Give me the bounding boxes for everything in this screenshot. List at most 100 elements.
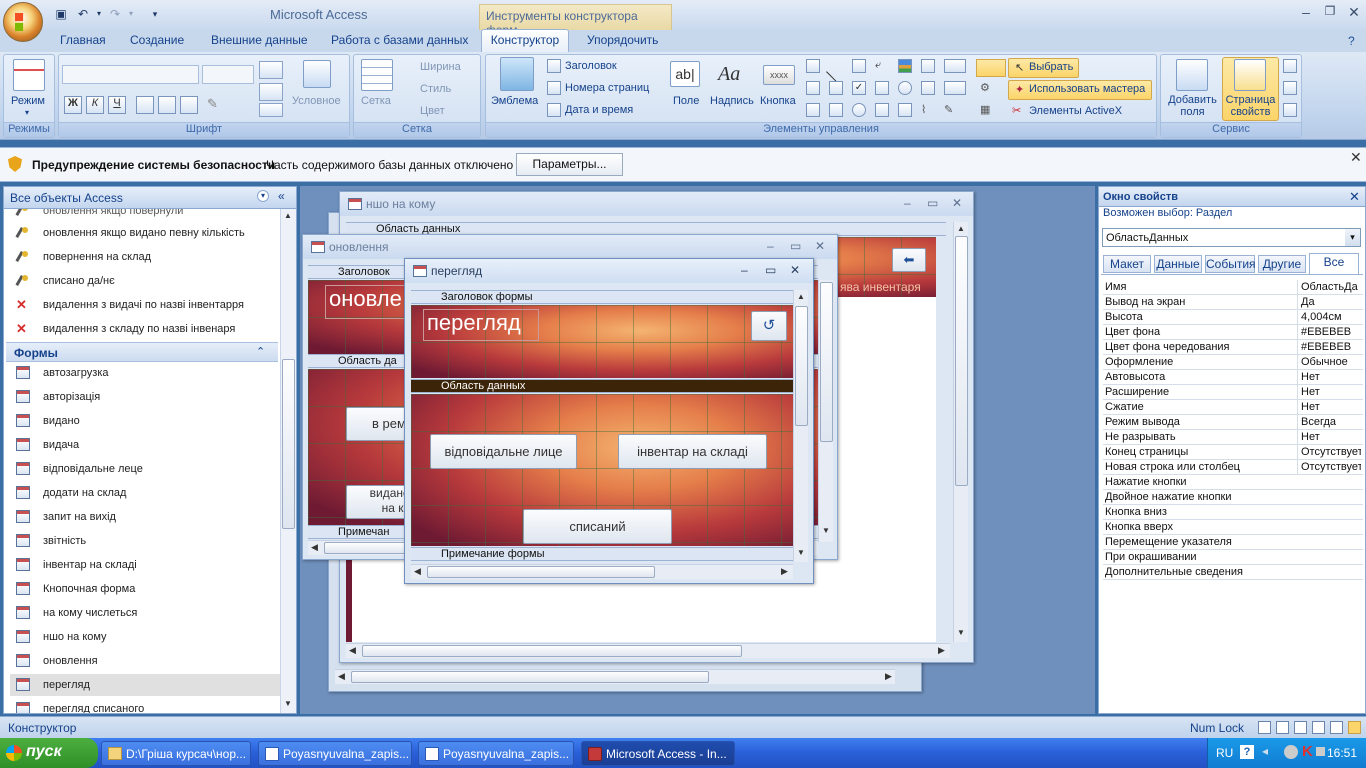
scroll-down-icon[interactable]: ▼ [797,548,805,557]
object-selector[interactable]: ОбластьДанных ▾ [1102,228,1361,247]
toggle-button-icon[interactable] [829,81,843,95]
tab-all[interactable]: Все [1309,253,1359,274]
rectangle-icon[interactable] [852,59,866,73]
tab-database-tools[interactable]: Работа с базами данных [331,33,468,51]
scroll-up-icon[interactable]: ▲ [957,224,965,233]
horizontal-scrollbar[interactable]: ◀ ▶ [346,643,950,658]
nav-pane-header[interactable]: Все объекты Access ▾ « [4,187,296,209]
language-indicator[interactable]: RU [1216,746,1233,760]
options-button[interactable]: Параметры... [516,153,623,176]
scroll-up-icon[interactable]: ▲ [797,292,805,301]
property-row[interactable]: Имя ОбластьДа [1103,280,1363,295]
button-control-button[interactable]: Кнопка [760,95,796,107]
network-icon[interactable] [1284,745,1298,759]
scroll-up-icon[interactable]: ▲ [284,211,292,220]
scroll-thumb[interactable] [351,671,709,683]
bold-icon[interactable]: Ж [64,96,82,114]
maximize-icon[interactable]: ▭ [790,239,801,253]
vertical-scrollbar[interactable]: ▼ [818,280,833,542]
taskbar-item-word-2[interactable]: Poyasnyuvalna_zapis... [418,741,574,766]
tab-layout[interactable]: Макет [1103,255,1151,273]
align-left-icon[interactable] [136,96,154,114]
property-row[interactable]: Кнопка вверх [1103,520,1363,535]
list-item[interactable]: оновлення якщо видано певну кількість [10,222,274,244]
italic-icon[interactable]: К [86,96,104,114]
list-item[interactable]: ншо на кому [10,626,274,648]
view-button[interactable]: Режим [11,95,45,107]
unbound-frame-icon[interactable] [921,59,935,73]
align-center-icon[interactable] [158,96,176,114]
scroll-down-icon[interactable]: ▼ [284,699,292,708]
tab-other[interactable]: Другие [1258,255,1306,273]
scroll-thumb[interactable] [795,306,808,426]
bound-frame-icon[interactable] [875,103,889,117]
list-item[interactable]: оновлення [10,650,274,672]
subform-in-window-icon[interactable] [1283,103,1297,117]
list-item[interactable]: видано [10,410,274,432]
antivirus-icon[interactable]: K [1302,743,1313,760]
help-tray-icon[interactable]: ? [1240,745,1254,759]
nav-scroll-thumb[interactable] [282,359,295,529]
nav-dropdown-icon[interactable]: ▾ [257,190,269,202]
written-off-button[interactable]: списаний [523,509,672,544]
align-right-icon[interactable] [180,96,198,114]
line-thickness-icon[interactable] [944,59,966,73]
header-label[interactable]: оновле [325,285,405,319]
tab-external-data[interactable]: Внешние данные [211,33,308,51]
close-icon[interactable]: ✕ [815,239,825,253]
code-icon[interactable] [1283,81,1297,95]
list-item[interactable]: оновлення якщо повернули [10,209,274,222]
special-effect-icon[interactable] [976,59,1006,77]
list-item[interactable]: додати на склад [10,482,274,504]
volume-icon[interactable] [1316,747,1325,756]
property-row[interactable]: Цвет фона #EBEBEB [1103,325,1363,340]
list-item[interactable]: повернення на склад [10,246,274,268]
tab-create[interactable]: Создание [130,33,184,51]
form-view-icon[interactable] [1258,721,1271,734]
conditional-button[interactable]: Условное [292,95,341,107]
property-row[interactable]: Сжатие Нет [1103,400,1363,415]
color-button[interactable]: Цвет [420,105,445,117]
vertical-scrollbar[interactable]: ▲ ▼ [793,290,808,562]
minimize-icon[interactable]: – [767,239,774,253]
width-button[interactable]: Ширина [420,61,461,73]
pivot-chart-view-icon[interactable] [1312,721,1325,734]
horizontal-scrollbar[interactable]: ◀ ▶ [335,669,895,684]
property-row[interactable]: Кнопка вниз [1103,505,1363,520]
header-button[interactable]: Заголовок [565,60,617,72]
label-button[interactable]: Надпись [710,95,754,107]
minimize-icon[interactable]: – [741,263,748,277]
property-sheet-small-icon[interactable]: ⚙ [980,81,994,95]
subform-icon[interactable] [875,81,889,95]
list-item[interactable]: звітність [10,530,274,552]
property-row[interactable]: Новая строка или столбец Отсутствует [1103,460,1363,475]
layout-view-icon[interactable] [1330,721,1343,734]
list-item[interactable]: авторізація [10,386,274,408]
page-numbers-button[interactable]: Номера страниц [565,82,649,94]
tab-order-icon[interactable] [1283,59,1297,73]
emblem-button[interactable]: Эмблема [491,95,538,107]
set-control-defaults-icon[interactable]: ▦ [980,103,994,117]
gridlines-color-icon[interactable] [259,103,283,117]
maximize-icon[interactable]: ▭ [765,263,776,277]
chevron-down-icon[interactable]: ▾ [1345,229,1360,246]
redo-dropdown-icon[interactable]: ▾ [122,5,140,23]
list-item[interactable]: інвентар на складі [10,554,274,576]
property-row[interactable]: Не разрывать Нет [1103,430,1363,445]
list-item[interactable]: ✕ видалення з видачі по назві інвентарря [10,294,274,316]
scroll-left-icon[interactable]: ◀ [414,566,421,577]
tab-events[interactable]: События [1205,255,1256,273]
insert-chart-icon[interactable] [898,103,912,117]
close-icon[interactable]: ✕ [1344,4,1364,21]
property-row[interactable]: Дополнительные сведения [1103,565,1363,580]
tray-expand-icon[interactable]: ◂ [1262,744,1268,758]
style-button[interactable]: Стиль [420,83,451,95]
list-item[interactable]: запит на вихід [10,506,274,528]
line-type-icon[interactable] [944,81,966,95]
collapse-nav-icon[interactable]: « [278,189,285,203]
list-item[interactable]: ✕ видалення з складу по назві інвенаря [10,318,274,340]
font-name-combo[interactable] [62,65,199,84]
use-wizards-button[interactable]: Использовать мастера [1029,83,1145,95]
scroll-left-icon[interactable]: ◀ [311,542,318,553]
datasheet-view-icon[interactable] [1276,721,1289,734]
